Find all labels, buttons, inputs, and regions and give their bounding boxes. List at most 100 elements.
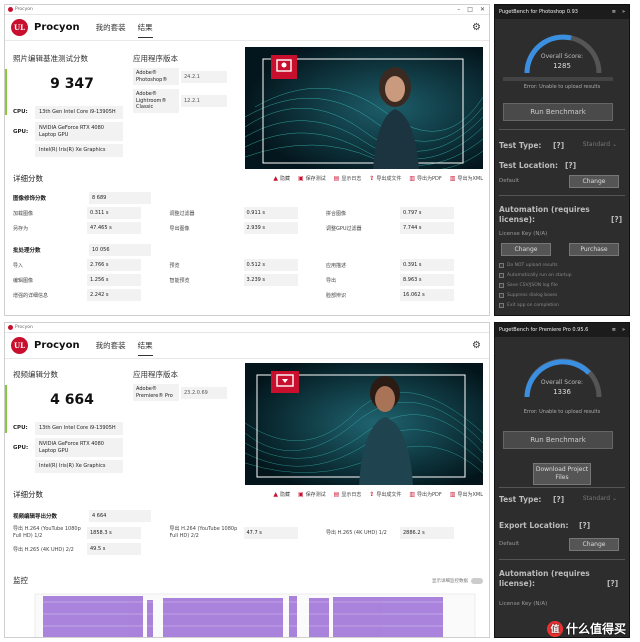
app-logo-icon [8, 325, 13, 330]
score-indicator [5, 385, 7, 433]
test-type-label: Test Type: [499, 141, 542, 150]
automation-help[interactable]: [?] [607, 579, 618, 588]
change-location-button[interactable]: Change [569, 175, 619, 188]
nav-results[interactable]: 结果 [137, 18, 153, 38]
show-log-label: 显示日志 [341, 176, 362, 182]
gear-icon[interactable]: ⚙ [472, 340, 481, 351]
table-row: 增强的详细信息 2.242 s 脸部辨识 16.062 s [13, 289, 483, 301]
score-gauge [519, 351, 607, 405]
show-log-label: 显示日志 [341, 492, 362, 498]
download-project-files-button[interactable]: Download Project Files [533, 463, 591, 485]
xml-icon: ▥ [449, 175, 456, 182]
export-location-help[interactable]: [?] [579, 521, 590, 530]
table-row: 导入 2.766 s 预览 0.512 s 应用描述 0.391 s [13, 259, 483, 271]
hide-button[interactable]: ▲ 隐藏 [273, 175, 290, 182]
test-type-help[interactable]: [?] [553, 141, 564, 150]
details-toolbar: ▲ 隐藏 ▣ 保存测试 ▤ 显示日志 ⇪ 导出成文件 ▥ 导出为PDF ▥ 导出为XML [273, 175, 483, 182]
collapse-icon[interactable]: » [622, 9, 625, 15]
minimize-icon[interactable]: – [457, 6, 460, 13]
export-location-value: Default [499, 541, 520, 547]
nav-my-suites[interactable]: 我的套装 [96, 18, 126, 37]
test-type-select[interactable]: Standard ⌄ [583, 495, 617, 502]
maximize-icon[interactable]: □ [467, 6, 473, 13]
gear-icon[interactable]: ⚙ [472, 22, 481, 33]
gpu-value: NVIDIA GeForce RTX 4080 Laptop GPU [35, 437, 123, 458]
app-versions-title: 应用程序版本 [133, 370, 178, 379]
score-value: 4 664 [50, 392, 94, 408]
change-license-button[interactable]: Change [501, 243, 551, 256]
section-label: 视频编辑导出分数 [13, 514, 58, 520]
app-name: Adobe® Photoshop® [133, 68, 179, 85]
save-test-button[interactable]: ▣ 保存测试 [298, 175, 326, 182]
menu-icon[interactable]: ≡ [612, 327, 616, 333]
metric-label: 导出 [326, 277, 337, 284]
test-type-select[interactable]: Standard ⌄ [583, 141, 617, 148]
export-xml-button[interactable]: ▥ 导出为XML [450, 175, 483, 182]
metric-value: 0.512 s [243, 259, 298, 271]
option-label: Do NOT upload results [507, 263, 558, 268]
option-checkbox[interactable]: Suppress dialog boxes [499, 293, 557, 298]
export-file-button[interactable]: ⇪ 导出成文件 [369, 175, 401, 182]
metric-value: 8.963 s [400, 274, 454, 286]
metric-label: 智能预览 [169, 277, 190, 284]
test-type-help[interactable]: [?] [553, 495, 564, 504]
gpu-label: GPU: [13, 444, 29, 451]
monitor-panel: 监控 显示详细监控数据 [13, 575, 483, 637]
menu-icon[interactable]: ≡ [612, 9, 616, 15]
monitor-title: 监控 [13, 576, 28, 585]
metric-value: 2.939 s [243, 222, 298, 234]
details-title: 详细分数 [13, 490, 43, 499]
monitor-toggle[interactable] [471, 577, 483, 584]
option-checkbox[interactable]: Automatically run on startup [499, 273, 572, 278]
option-checkbox[interactable]: Exit app on completion [499, 303, 559, 308]
metric-label: 脸部辨识 [326, 292, 347, 299]
collapse-icon[interactable]: » [622, 327, 625, 333]
gpu2-row: Intel(R) Iris(R) Xe Graphics [13, 460, 131, 473]
ul-logo: UL [11, 19, 28, 36]
section-value: 10 056 [89, 244, 151, 256]
hide-button[interactable]: ▲ 隐藏 [273, 491, 290, 498]
export-xml-button[interactable]: ▥ 导出为XML [450, 491, 483, 498]
change-location-button[interactable]: Change [569, 538, 619, 551]
option-label: Automatically run on startup [507, 273, 572, 278]
run-benchmark-button[interactable]: Run Benchmark [503, 103, 613, 121]
save-icon: ▣ [297, 175, 304, 182]
overall-score-label: Overall Score: [540, 379, 584, 386]
export-xml-label: 导出为XML [457, 176, 483, 182]
procyon-photo-window: Procyon – □ ✕ UL Procyon 我的套装 结果 ⚙ 照片编辑基… [4, 4, 490, 316]
export-pdf-button[interactable]: ▥ 导出为PDF [409, 491, 441, 498]
show-log-button[interactable]: ▤ 显示日志 [334, 175, 362, 182]
app-versions-panel: 应用程序版本 Adobe® Premiere® Pro 23.2.0.69 [133, 369, 245, 405]
upload-error: Error: Unable to upload results [523, 84, 601, 90]
save-test-button[interactable]: ▣ 保存测试 [298, 491, 326, 498]
option-checkbox[interactable]: Save CSV/JSON log file [499, 283, 558, 288]
automation-help[interactable]: [?] [611, 215, 622, 224]
gpu2-value: Intel(R) Iris(R) Xe Graphics [35, 460, 123, 473]
test-location-help[interactable]: [?] [565, 161, 576, 170]
purchase-button[interactable]: Purchase [569, 243, 619, 256]
section-export: 视频编辑导出分数 4 664 [13, 510, 483, 522]
metric-label: 导出 H.264 (YouTube 1080p Full HD) 2/2 [169, 526, 238, 539]
test-type-value: Standard [582, 495, 611, 502]
section-label: 批处理分数 [13, 248, 41, 254]
details-toolbar: ▲ 隐藏 ▣ 保存测试 ▤ 显示日志 ⇪ 导出成文件 ▥ 导出为PDF ▥ 导出为XML [273, 491, 483, 498]
nav-results[interactable]: 结果 [137, 336, 153, 356]
window-title: Procyon [15, 325, 33, 330]
show-log-button[interactable]: ▤ 显示日志 [334, 491, 362, 498]
option-checkbox[interactable]: Do NOT upload results [499, 263, 558, 268]
automation-label: Automation (requires license): [499, 569, 590, 588]
app-logo-icon [8, 7, 13, 12]
license-key-label: License Key (N/A) [499, 601, 548, 607]
gpu-label: GPU: [13, 128, 29, 135]
app-versions-panel: 应用程序版本 Adobe® Photoshop® 24.2.1 Adobe® L… [133, 53, 245, 117]
run-benchmark-button[interactable]: Run Benchmark [503, 431, 613, 449]
table-row: 编辑图像 1.256 s 智能预览 3.239 s 导出 8.963 s [13, 274, 483, 286]
overall-score-value: 1336 [553, 388, 571, 396]
export-pdf-button[interactable]: ▥ 导出为PDF [409, 175, 441, 182]
close-icon[interactable]: ✕ [480, 6, 485, 13]
app-name: Adobe® Lightroom® Classic [133, 89, 179, 113]
details-header: 详细分数 ▲ 隐藏 ▣ 保存测试 ▤ 显示日志 ⇪ 导出成文件 ▥ 导出为PDF ▥ 导出为… [13, 173, 483, 184]
section-label: 图像修饰分数 [13, 196, 47, 202]
export-file-button[interactable]: ⇪ 导出成文件 [369, 491, 401, 498]
nav-my-suites[interactable]: 我的套装 [96, 336, 126, 355]
